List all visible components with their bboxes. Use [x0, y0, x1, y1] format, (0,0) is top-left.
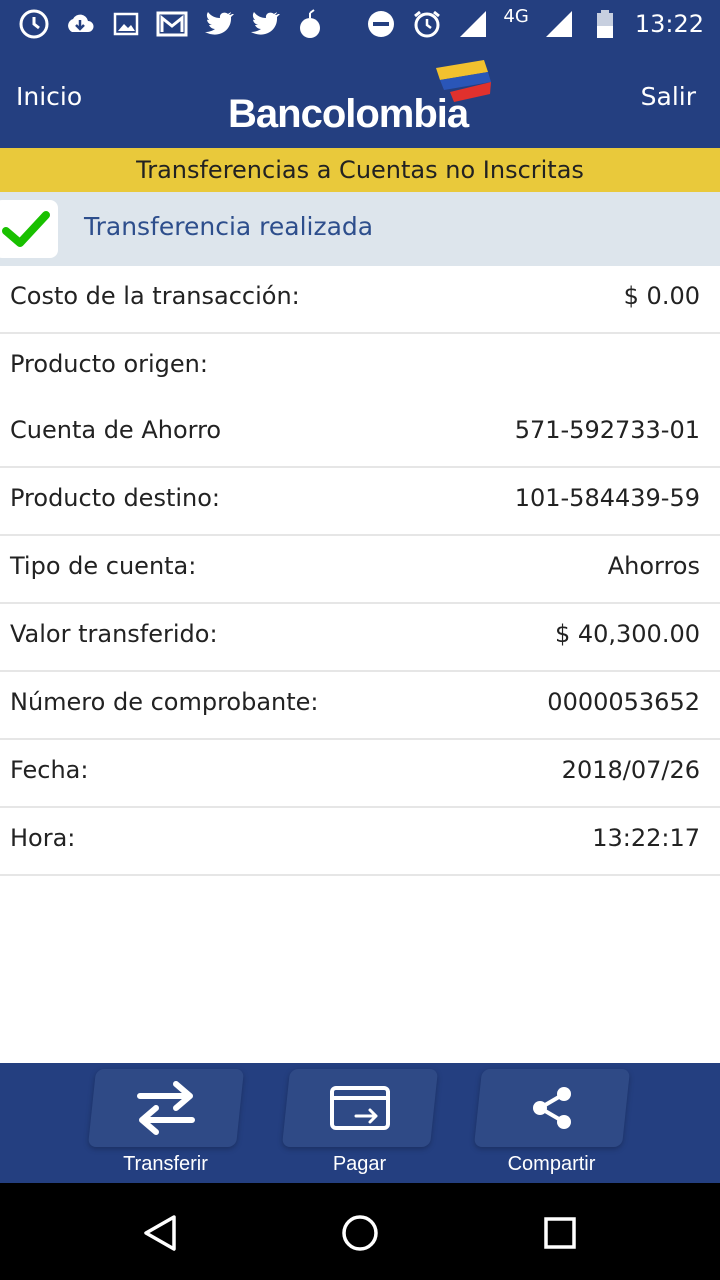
twitter-icon: [248, 8, 280, 40]
detail-value: 2018/07/26: [561, 756, 700, 784]
recent-apps-icon[interactable]: [540, 1213, 580, 1253]
detail-value: 101-584439-59: [514, 484, 700, 512]
detail-label: Fecha:: [10, 756, 89, 784]
share-icon: [474, 1069, 629, 1147]
signal-icon: [543, 8, 575, 40]
success-check-icon: [0, 200, 58, 258]
image-icon: [110, 8, 142, 40]
transfer-arrows-icon: [88, 1069, 243, 1147]
detail-row-account-type: Tipo de cuenta: Ahorros: [0, 536, 720, 604]
detail-label: Cuenta de Ahorro: [10, 416, 222, 444]
detail-value: 13:22:17: [592, 824, 700, 852]
detail-label: Tipo de cuenta:: [10, 552, 197, 580]
detail-row-origin: Producto origen:: [0, 334, 720, 400]
detail-label: Número de comprobante:: [10, 688, 319, 716]
status-bar: 4G 13:22: [0, 0, 720, 48]
detail-label: Valor transferido:: [10, 620, 218, 648]
logout-link[interactable]: Salir: [641, 82, 696, 111]
detail-label: Producto origen:: [10, 350, 208, 378]
success-banner: Transferencia realizada: [0, 192, 720, 266]
alarm-icon: [411, 8, 443, 40]
detail-row-destination: Producto destino: 101-584439-59: [0, 468, 720, 536]
share-label: Compartir: [507, 1153, 596, 1175]
system-navigation-bar: [0, 1183, 720, 1280]
transfer-button[interactable]: Transferir: [87, 1063, 245, 1183]
detail-label: Producto destino:: [10, 484, 220, 512]
notification-icons: [18, 8, 326, 40]
network-type: 4G: [503, 5, 529, 27]
detail-row-amount: Valor transferido: $ 40,300.00: [0, 604, 720, 672]
detail-value: $ 0.00: [623, 282, 700, 310]
app-header: Inicio Bancolombia Salir: [0, 48, 720, 148]
detail-label: Costo de la transacción:: [10, 282, 300, 310]
gmail-icon: [156, 8, 188, 40]
detail-value: $ 40,300.00: [554, 620, 700, 648]
battery-icon: [589, 8, 621, 40]
action-bar: Transferir Pagar Compartir: [0, 1063, 720, 1183]
back-icon[interactable]: [140, 1213, 180, 1253]
detail-row-receipt: Número de comprobante: 0000053652: [0, 672, 720, 740]
home-link[interactable]: Inicio: [16, 82, 82, 111]
clock-time: 13:22: [634, 10, 704, 38]
signal-icon: [457, 8, 489, 40]
transfer-label: Transferir: [123, 1153, 208, 1175]
success-message: Transferencia realizada: [84, 212, 374, 241]
home-icon[interactable]: [340, 1213, 380, 1253]
card-payment-icon: [282, 1069, 437, 1147]
detail-value: 571-592733-01: [514, 416, 700, 444]
transaction-details: Costo de la transacción: $ 0.00 Producto…: [0, 266, 720, 876]
bomb-icon: [294, 8, 326, 40]
detail-row-time: Hora: 13:22:17: [0, 808, 720, 876]
detail-value: 0000053652: [547, 688, 700, 716]
brand-name: Bancolombia: [228, 92, 469, 136]
detail-row-origin-account: Cuenta de Ahorro 571-592733-01: [0, 400, 720, 468]
detail-row-date: Fecha: 2018/07/26: [0, 740, 720, 808]
pay-label: Pagar: [332, 1153, 387, 1175]
do-not-disturb-icon: [365, 8, 397, 40]
page-title: Transferencias a Cuentas no Inscritas: [0, 148, 720, 192]
system-indicators: 4G 13:22: [365, 6, 704, 42]
clock-icon: [18, 8, 50, 40]
download-cloud-icon: [64, 8, 96, 40]
detail-row-cost: Costo de la transacción: $ 0.00: [0, 266, 720, 334]
twitter-icon: [202, 8, 234, 40]
detail-value: Ahorros: [607, 552, 700, 580]
share-button[interactable]: Compartir: [473, 1063, 631, 1183]
detail-label: Hora:: [10, 824, 76, 852]
pay-button[interactable]: Pagar: [281, 1063, 439, 1183]
brand-logo: Bancolombia: [228, 60, 498, 136]
